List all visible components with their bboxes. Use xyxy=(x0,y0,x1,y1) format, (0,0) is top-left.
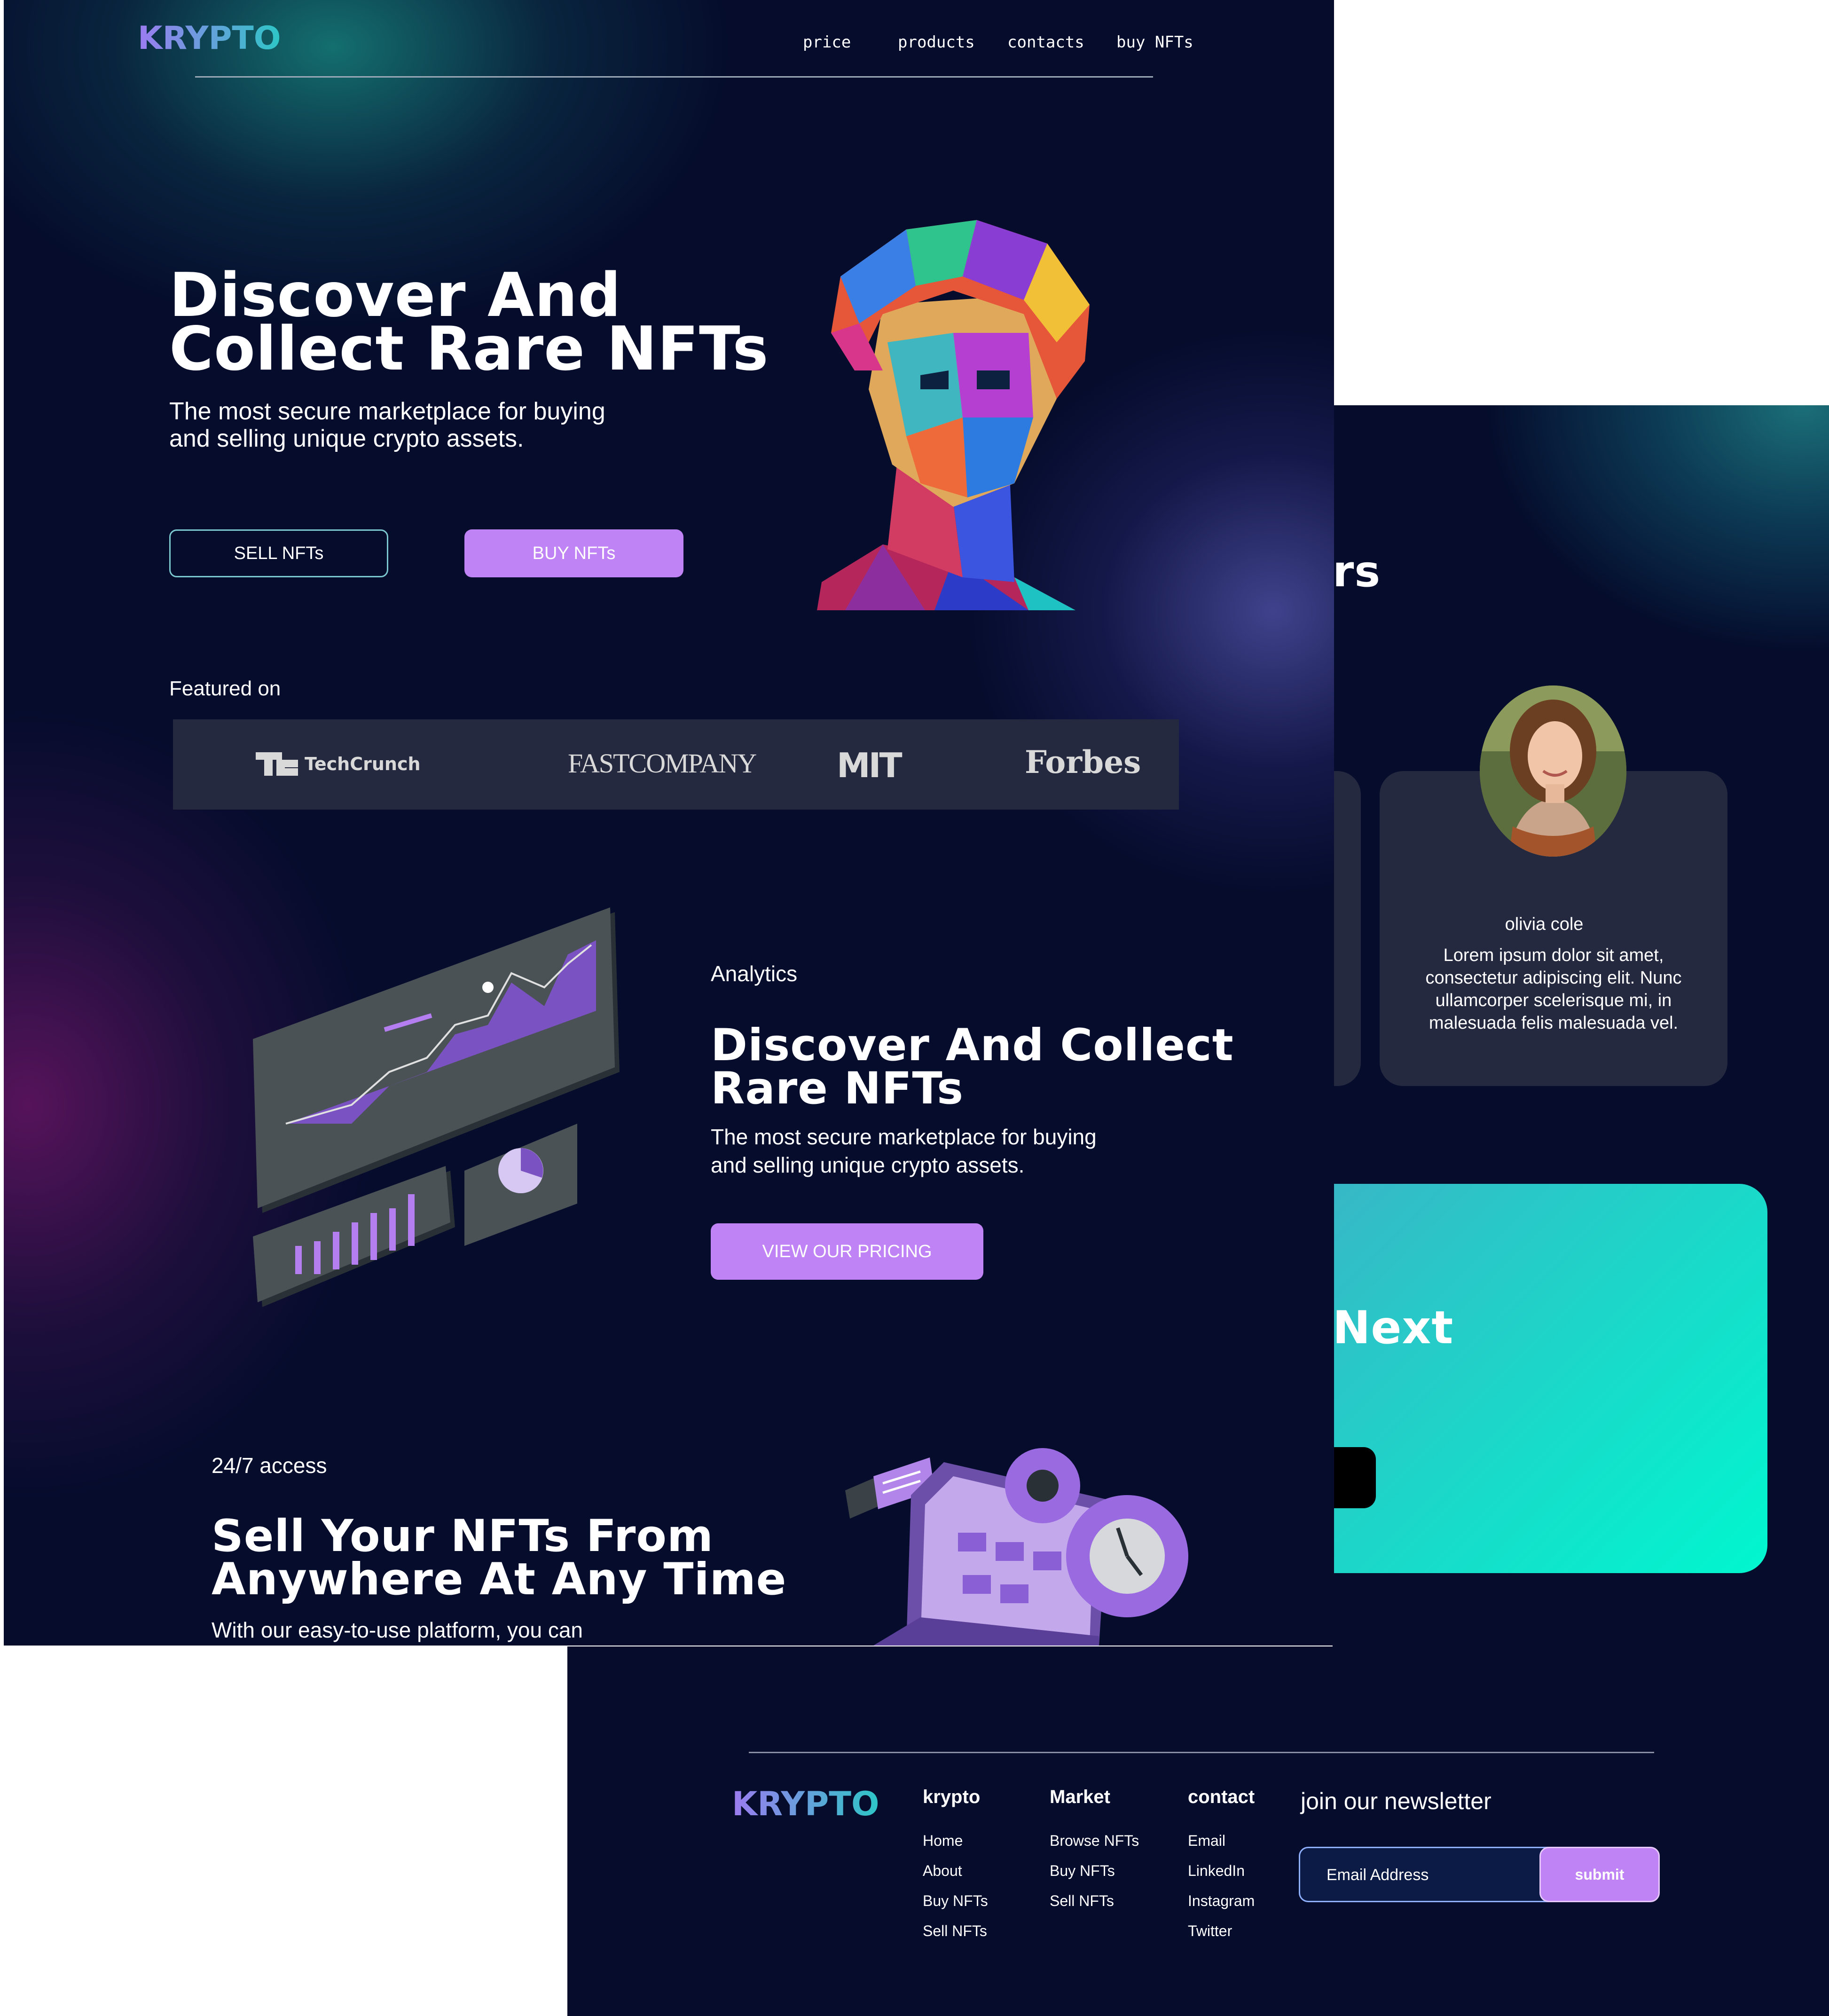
fastcompany-logo: FASTCOMPANY xyxy=(568,748,757,779)
footer-link-home[interactable]: Home xyxy=(923,1826,988,1856)
footer-column-krypto: krypto Home About Buy NFTs Sell NFTs xyxy=(923,1787,988,1946)
access-text: With our easy-to-use platform, you can xyxy=(212,1618,583,1642)
featured-label: Featured on xyxy=(169,677,281,700)
nav-contacts[interactable]: contacts xyxy=(1007,33,1084,52)
analytics-text: The most secure marketplace for buying a… xyxy=(711,1125,1097,1177)
nav-buy-nfts[interactable]: buy NFTs xyxy=(1116,33,1193,52)
footer-column-title: Market xyxy=(1050,1787,1110,1807)
forbes-logo: Forbes xyxy=(1025,744,1141,780)
footer-column-title: krypto xyxy=(923,1787,981,1807)
hero-title: Discover And Collect Rare NFTs xyxy=(169,260,769,384)
footer-link-twitter[interactable]: Twitter xyxy=(1188,1916,1255,1946)
footer: KRYPTO krypto Home About Buy NFTs Sell N… xyxy=(567,1646,1829,2016)
analytics-dashboard-illustration xyxy=(248,903,624,1316)
footer-divider xyxy=(749,1752,1654,1753)
footer-link-linkedin[interactable]: LinkedIn xyxy=(1188,1856,1255,1886)
footer-link-sell-nfts[interactable]: Sell NFTs xyxy=(923,1916,988,1946)
testimonial-quote: Lorem ipsum dolor sit amet, consectetur … xyxy=(1425,945,1682,1033)
footer-link-browse-nfts[interactable]: Browse NFTs xyxy=(1050,1826,1139,1856)
nav-products[interactable]: products xyxy=(898,33,975,52)
footer-link-buy-nfts[interactable]: Buy NFTs xyxy=(923,1886,988,1916)
hero-subtitle: The most secure marketplace for buying a… xyxy=(169,398,605,452)
newsletter-title: join our newsletter xyxy=(1301,1788,1491,1814)
testimonial-name: olivia cole xyxy=(1505,914,1584,934)
access-title: Sell Your NFTs From Anywhere At Any Time xyxy=(212,1511,787,1605)
avatar xyxy=(1480,685,1626,857)
footer-column-title: contact xyxy=(1188,1787,1255,1807)
featured-logos-bar: TechCrunch FASTCOMPANY MIT Forbes xyxy=(173,719,1179,810)
footer-link-sell-nfts[interactable]: Sell NFTs xyxy=(1050,1886,1139,1916)
nft-bust-illustration xyxy=(812,220,1113,610)
footer-column-contact: contact Email LinkedIn Instagram Twitter xyxy=(1188,1787,1255,1946)
logo[interactable]: KRYPTO xyxy=(138,20,281,57)
front-page: KRYPTO price products contacts buy NFTs … xyxy=(4,0,1334,1646)
footer-link-buy-nfts[interactable]: Buy NFTs xyxy=(1050,1856,1139,1886)
footer-logo[interactable]: KRYPTO xyxy=(732,1785,879,1823)
cta-heading-fragment: Next xyxy=(1333,1301,1454,1354)
mit-logo: MIT xyxy=(837,746,903,785)
cta-card: Next xyxy=(1333,1184,1767,1573)
sell-nfts-button[interactable]: SELL NFTs xyxy=(169,529,388,577)
nav-price[interactable]: price xyxy=(803,33,851,52)
email-placeholder: Email Address xyxy=(1327,1866,1429,1884)
nav-divider xyxy=(195,76,1153,78)
access-eyebrow: 24/7 access xyxy=(212,1453,327,1478)
buy-nfts-button[interactable]: BUY NFTs xyxy=(464,529,683,577)
footer-link-about[interactable]: About xyxy=(923,1856,988,1886)
platform-gears-illustration xyxy=(836,1439,1212,1646)
newsletter-submit-button[interactable]: submit xyxy=(1539,1847,1660,1902)
background-page: rs olivia cole Lorem ipsum dolor sit ame… xyxy=(1333,405,1829,1646)
footer-column-market: Market Browse NFTs Buy NFTs Sell NFTs xyxy=(1050,1787,1139,1916)
techcrunch-logo: TechCrunch xyxy=(256,752,421,776)
analytics-title: Discover And Collect Rare NFTs xyxy=(711,1020,1234,1114)
cta-button[interactable] xyxy=(1333,1447,1376,1508)
section-heading-fragment: rs xyxy=(1333,546,1381,597)
view-pricing-button[interactable]: VIEW OUR PRICING xyxy=(711,1223,983,1280)
analytics-eyebrow: Analytics xyxy=(711,961,798,986)
testimonial-card-partial xyxy=(1333,771,1361,1086)
footer-link-email[interactable]: Email xyxy=(1188,1826,1255,1856)
footer-link-instagram[interactable]: Instagram xyxy=(1188,1886,1255,1916)
